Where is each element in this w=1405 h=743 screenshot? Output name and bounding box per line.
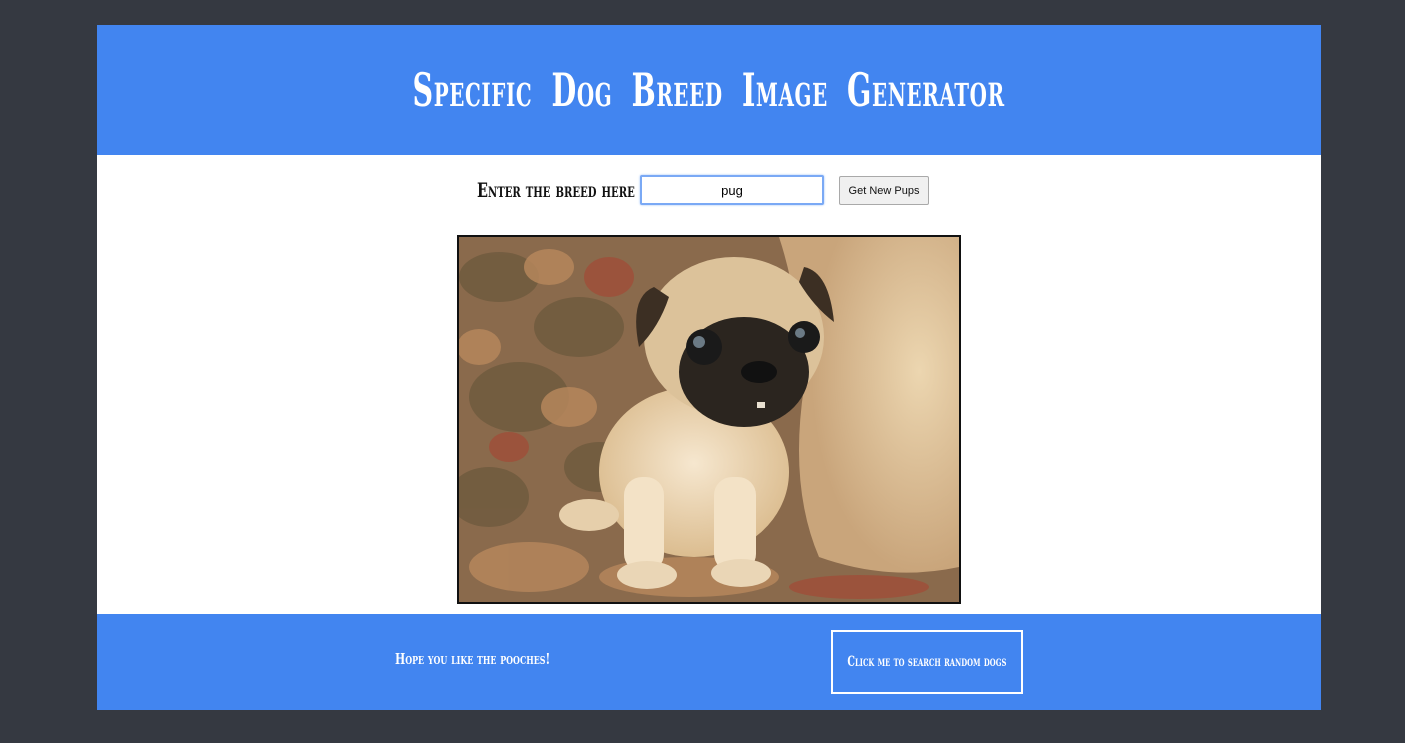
app-container: Specific Dog Breed Image Generator Enter… <box>97 25 1321 710</box>
footer-message: Hope you like the pooches! <box>395 650 551 668</box>
dog-image <box>457 235 961 604</box>
get-new-pups-button[interactable]: Get New Pups <box>839 176 929 205</box>
breed-search-form: Enter the breed here Get New Pups <box>97 175 1321 205</box>
pug-photo-illustration <box>459 237 959 602</box>
random-dogs-button-label: Click me to search random dogs <box>847 654 1007 670</box>
random-dogs-button[interactable]: Click me to search random dogs <box>831 630 1023 694</box>
page-title: Specific Dog Breed Image Generator <box>412 63 1006 117</box>
breed-input-label: Enter the breed here <box>477 178 635 202</box>
breed-input[interactable] <box>640 175 824 205</box>
page-footer: Hope you like the pooches! Click me to s… <box>97 614 1321 710</box>
page-header: Specific Dog Breed Image Generator <box>97 25 1321 155</box>
